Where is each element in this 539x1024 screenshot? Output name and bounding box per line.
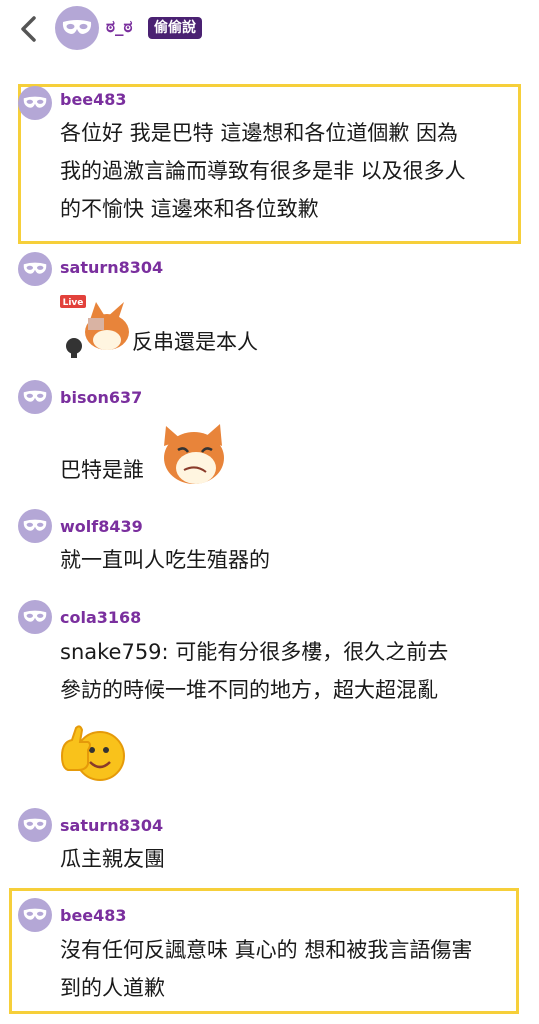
board-title: ಠ_ಠ — [106, 17, 133, 37]
avatar[interactable] — [18, 252, 52, 286]
list-item: cola3168 snake759: 可能有分很多樓，很久之前去 參訪的時候一堆… — [0, 600, 539, 790]
list-item: bison637 巴特是誰 — [0, 380, 539, 490]
mask-icon — [23, 908, 47, 920]
username[interactable]: cola3168 — [60, 608, 141, 627]
chevron-left-icon — [21, 16, 36, 42]
live-label: Live — [63, 298, 84, 308]
list-item: bee483 各位好 我是巴特 這邊想和各位道個歉 因為 我的過激言論而導致有很… — [0, 84, 539, 244]
avatar[interactable] — [18, 86, 52, 120]
chat-header: ಠ_ಠ 偷偷說 — [0, 0, 539, 60]
mask-icon — [23, 262, 47, 274]
list-item: saturn8304 瓜主親友團 — [0, 808, 539, 883]
avatar[interactable] — [18, 380, 52, 414]
mask-icon — [62, 20, 92, 34]
message-text: 反串還是本人 — [132, 330, 258, 354]
username[interactable]: bison637 — [60, 388, 142, 407]
message-text: 我的過激言論而導致有很多是非 以及很多人 — [60, 159, 466, 183]
message-text: 巴特是誰 — [60, 458, 144, 482]
avatar[interactable] — [18, 509, 52, 543]
message-text: 瓜主親友團 — [60, 847, 165, 871]
list-item: saturn8304 Live 反串還是本人 — [0, 252, 539, 362]
message-text: 沒有任何反諷意味 真心的 想和被我言語傷害 — [60, 938, 473, 962]
message-text: 的不愉快 這邊來和各位致歉 — [60, 197, 319, 221]
message-text: snake759: 可能有分很多樓，很久之前去 — [60, 640, 449, 664]
avatar[interactable] — [18, 898, 52, 932]
message-text: 就一直叫人吃生殖器的 — [60, 548, 270, 572]
username[interactable]: saturn8304 — [60, 816, 163, 835]
fox-live-sticker: Live — [60, 295, 129, 358]
mask-icon — [23, 390, 47, 402]
username[interactable]: bee483 — [60, 90, 127, 109]
mask-icon — [23, 610, 47, 622]
back-button[interactable] — [14, 12, 44, 46]
board-avatar[interactable] — [55, 6, 99, 50]
fox-crying-sticker — [164, 424, 224, 484]
mask-icon — [23, 519, 47, 531]
username[interactable]: bee483 — [60, 906, 127, 925]
username[interactable]: wolf8439 — [60, 517, 143, 536]
username[interactable]: saturn8304 — [60, 258, 163, 277]
thumbs-up-emoji-sticker — [60, 725, 125, 781]
message-text: 到的人道歉 — [60, 976, 165, 1000]
message-text: 參訪的時候一堆不同的地方，超大超混亂 — [60, 678, 438, 702]
list-item: bee483 沒有任何反諷意味 真心的 想和被我言語傷害 到的人道歉 — [0, 898, 539, 1013]
mask-icon — [23, 96, 47, 108]
message-text: 各位好 我是巴特 這邊想和各位道個歉 因為 — [60, 121, 459, 145]
board-badge[interactable]: 偷偷說 — [148, 17, 202, 39]
list-item: wolf8439 就一直叫人吃生殖器的 — [0, 509, 539, 589]
avatar[interactable] — [18, 808, 52, 842]
avatar[interactable] — [18, 600, 52, 634]
mask-icon — [23, 818, 47, 830]
